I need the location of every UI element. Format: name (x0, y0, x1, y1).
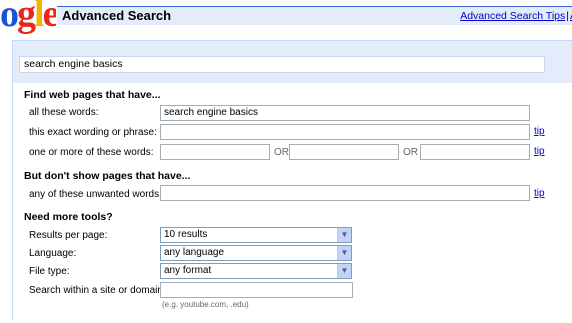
unwanted-words-input[interactable] (160, 185, 530, 201)
results-per-page-label: Results per page: (29, 230, 108, 241)
exclude-heading: But don't show pages that have... (24, 170, 191, 182)
results-per-page-value: 10 results (164, 229, 208, 240)
site-domain-example: (e.g. youtube.com, .edu) (162, 300, 249, 309)
page-title: Advanced Search (62, 8, 172, 23)
find-heading: Find web pages that have... (24, 89, 161, 101)
exact-phrase-label: this exact wording or phrase: (29, 127, 157, 138)
all-words-label: all these words: (29, 107, 99, 118)
chevron-down-icon[interactable]: ▼ (337, 264, 351, 278)
or-word-input-3[interactable] (420, 144, 530, 160)
one-or-more-tip[interactable]: tip (534, 146, 545, 157)
file-type-value: any format (164, 265, 212, 276)
chevron-down-icon[interactable]: ▼ (337, 246, 351, 260)
or-word-input-1[interactable] (160, 144, 270, 160)
all-words-input[interactable]: search engine basics (160, 105, 530, 121)
file-type-label: File type: (29, 266, 70, 277)
query-display[interactable]: search engine basics (19, 56, 545, 73)
tools-heading: Need more tools? (24, 211, 113, 223)
site-domain-input[interactable] (160, 282, 353, 298)
results-per-page-select[interactable]: 10 results ▼ (160, 227, 352, 243)
unwanted-words-label: any of these unwanted words: (29, 189, 162, 200)
site-domain-label: Search within a site or domain: (29, 285, 166, 296)
unwanted-words-tip[interactable]: tip (534, 188, 545, 199)
file-type-select[interactable]: any format ▼ (160, 263, 352, 279)
google-logo[interactable]: ogle (0, 0, 56, 34)
language-select[interactable]: any language ▼ (160, 245, 352, 261)
or-label-1: OR (274, 147, 289, 158)
exact-phrase-input[interactable] (160, 124, 530, 140)
one-or-more-label: one or more of these words: (29, 147, 154, 158)
header-bar: Advanced Search Advanced Search Tips|A (57, 6, 572, 25)
or-word-input-2[interactable] (289, 144, 399, 160)
language-value: any language (164, 247, 225, 258)
language-label: Language: (29, 248, 77, 259)
chevron-down-icon[interactable]: ▼ (337, 228, 351, 242)
advanced-search-tips-link[interactable]: Advanced Search Tips (460, 10, 565, 22)
exact-phrase-tip[interactable]: tip (534, 126, 545, 137)
header-links: Advanced Search Tips|A (460, 10, 572, 22)
or-label-2: OR (403, 147, 418, 158)
